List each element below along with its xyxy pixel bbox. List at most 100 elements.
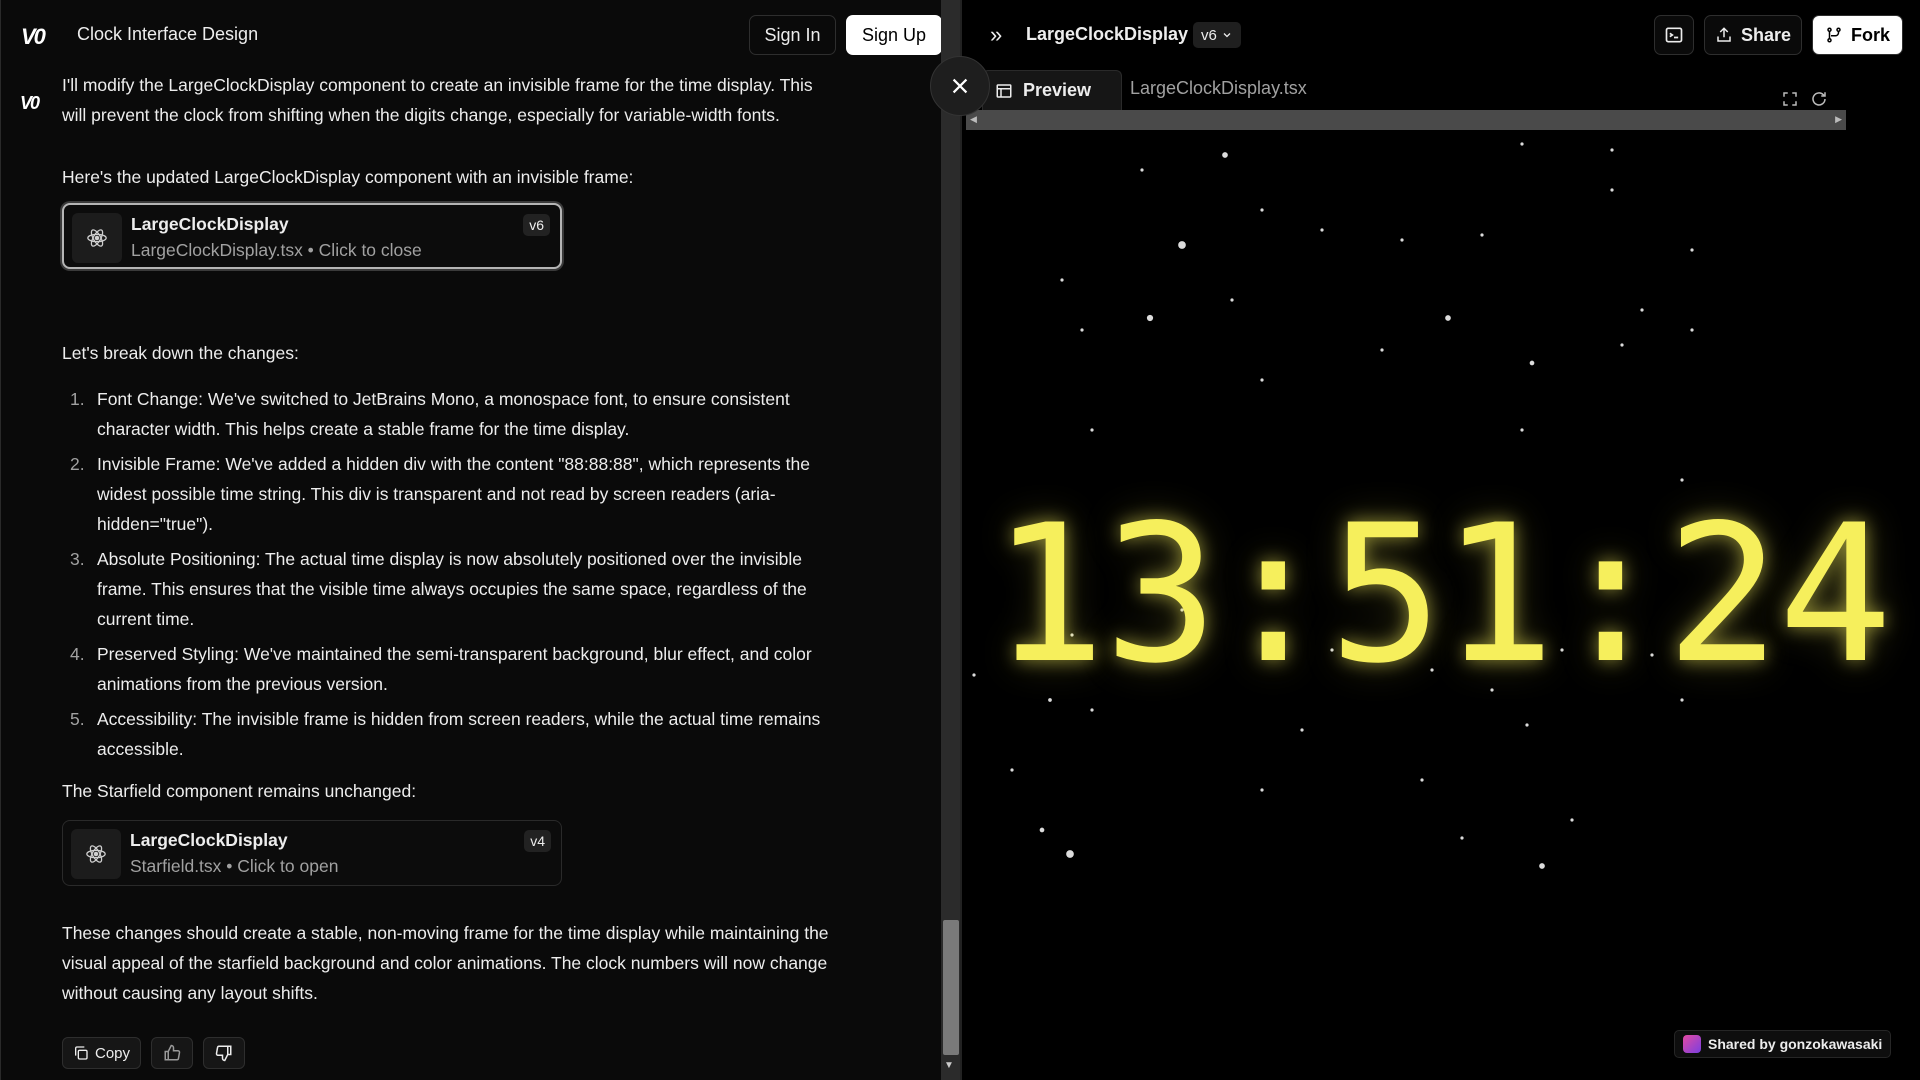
version-select[interactable]: v6: [1193, 22, 1241, 48]
preview-horizontal-scrollbar[interactable]: ◀ ▶: [966, 110, 1846, 130]
artifact-subtitle: Starfield.tsx • Click to open: [130, 856, 339, 876]
sign-in-button[interactable]: Sign In: [749, 15, 836, 55]
scroll-right-arrow-icon[interactable]: ▶: [1835, 114, 1842, 125]
terminal-icon: [1665, 27, 1683, 43]
star: [1146, 314, 1154, 322]
star: [1066, 850, 1074, 858]
scroll-left-arrow-icon[interactable]: ◀: [970, 114, 977, 125]
copy-button[interactable]: Copy: [62, 1037, 142, 1069]
star: [1570, 818, 1574, 822]
star: [1178, 241, 1186, 249]
star: [1420, 778, 1424, 782]
star: [1525, 723, 1529, 727]
artifact-version-badge: v4: [524, 830, 551, 852]
star: [1539, 863, 1545, 869]
star: [1640, 308, 1644, 312]
star: [1460, 836, 1464, 840]
star: [1230, 298, 1234, 302]
chevron-down-icon: [1223, 33, 1231, 38]
star: [1260, 208, 1264, 212]
chat-scrollbar-thumb[interactable]: [943, 920, 959, 1055]
sign-up-button[interactable]: Sign Up: [846, 15, 942, 55]
artifact-title: LargeClockDisplay: [130, 830, 288, 850]
close-icon: [952, 78, 968, 94]
chevrons-right-icon[interactable]: »: [990, 22, 1002, 48]
list-item: 5. Accessibility: The invisible frame is …: [70, 709, 821, 759]
star: [1140, 168, 1144, 172]
star: [1529, 360, 1535, 366]
assistant-avatar-icon: V0: [20, 93, 40, 113]
v0-logo[interactable]: V0: [21, 24, 46, 50]
star: [1080, 328, 1084, 332]
close-preview-button[interactable]: [930, 56, 990, 116]
scroll-down-arrow-icon[interactable]: ▼: [944, 1060, 954, 1071]
share-label: Share: [1740, 24, 1792, 45]
message-intro: I'll modify the LargeClockDisplay compon…: [62, 75, 813, 125]
star: [1610, 188, 1614, 192]
artifact-card-v6[interactable]: LargeClockDisplay LargeClockDisplay.tsx …: [62, 203, 562, 269]
share-icon: [1717, 27, 1731, 42]
chat-scrollbar[interactable]: [941, 0, 961, 1080]
star: [1480, 233, 1484, 237]
preview-tabs: Preview LargeClockDisplay.tsx: [962, 70, 1920, 110]
fork-icon: [1827, 27, 1841, 43]
shared-by-badge[interactable]: Shared by gonzokawasaki: [1674, 1030, 1892, 1058]
tab-preview-label: Preview: [1023, 80, 1092, 100]
large-clock-display: 13:51:24: [991, 484, 1892, 705]
star: [1300, 728, 1304, 732]
terminal-button[interactable]: [1654, 15, 1694, 55]
star: [1690, 328, 1694, 332]
react-icon: [71, 829, 121, 879]
message-lead: Here's the updated LargeClockDisplay com…: [62, 167, 634, 187]
star: [1520, 428, 1524, 432]
message-breakdown: Let's break down the changes:: [62, 343, 299, 363]
star: [1060, 278, 1064, 282]
preview-title: LargeClockDisplay: [1026, 24, 1189, 44]
browser-window-icon: [996, 83, 1012, 98]
fork-label: Fork: [1850, 24, 1890, 45]
artifact-subtitle: LargeClockDisplay.tsx • Click to close: [131, 240, 422, 260]
chat-title: Clock Interface Design: [77, 24, 259, 44]
message-starfield-note: The Starfield component remains unchange…: [62, 781, 417, 801]
star: [1620, 343, 1624, 347]
chat-panel: V0 Clock Interface Design Sign In Sign U…: [0, 0, 961, 1080]
thumbs-down-button[interactable]: [203, 1037, 246, 1069]
chat-thread: V0 I'll modify the LargeClockDisplay com…: [1, 70, 941, 1080]
star: [1222, 152, 1228, 158]
list-item: 1. Font Change: We've switched to JetBrai…: [70, 389, 790, 439]
star: [1610, 148, 1614, 152]
star: [1520, 142, 1524, 146]
list-item: 4. Preserved Styling: We've maintained th…: [70, 644, 812, 694]
tab-preview[interactable]: Preview: [982, 70, 1122, 110]
star: [1320, 228, 1324, 232]
thumbs-up-button[interactable]: [151, 1037, 194, 1069]
chat-header: V0 Clock Interface Design Sign In Sign U…: [1, 0, 961, 70]
preview-panel: » LargeClockDisplay v6 Share Fork Previe…: [962, 0, 1920, 1080]
thumbs-down-icon: [215, 1045, 232, 1062]
star: [1690, 248, 1694, 252]
star: [1090, 428, 1094, 432]
star: [1380, 348, 1384, 352]
preview-canvas: 13:51:24: [962, 130, 1920, 1080]
list-item: 2. Invisible Frame: We've added a hidden …: [70, 454, 810, 534]
star: [1090, 708, 1094, 712]
shared-by-label: Shared by gonzokawasaki: [1708, 1036, 1883, 1052]
artifact-title: LargeClockDisplay: [131, 214, 289, 234]
star: [1680, 478, 1684, 482]
star: [1260, 378, 1264, 382]
star: [1400, 238, 1404, 242]
share-button[interactable]: Share: [1704, 15, 1802, 55]
star: [1260, 788, 1264, 792]
copy-icon: [75, 1046, 88, 1060]
star: [1445, 315, 1451, 321]
star: [1010, 768, 1014, 772]
tab-code-file[interactable]: LargeClockDisplay.tsx: [1130, 78, 1307, 99]
fork-button[interactable]: Fork: [1812, 15, 1903, 55]
copy-label: Copy: [95, 1044, 131, 1062]
artifact-card-v4[interactable]: LargeClockDisplay Starfield.tsx • Click …: [62, 820, 562, 886]
react-icon: [72, 213, 122, 263]
thumbs-up-icon: [164, 1044, 181, 1061]
changes-list: 1. Font Change: We've switched to JetBrai…: [62, 384, 832, 769]
star: [1039, 827, 1045, 833]
user-avatar: [1683, 1035, 1701, 1053]
